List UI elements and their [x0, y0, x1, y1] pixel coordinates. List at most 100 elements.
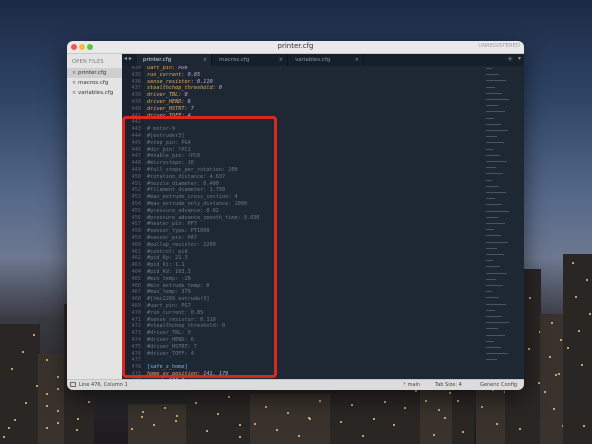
- window-light: [88, 401, 90, 403]
- minimap-line: [486, 254, 504, 255]
- minimap[interactable]: [486, 68, 512, 378]
- minimap-line: [486, 285, 503, 286]
- syntax-selector[interactable]: Generic Config: [480, 382, 517, 388]
- tab-label: variables.cfg: [295, 57, 331, 63]
- window-light: [298, 435, 300, 437]
- window-light: [57, 410, 59, 412]
- window-light: [553, 408, 555, 410]
- window-light: [575, 296, 577, 298]
- minimap-line: [486, 247, 497, 249]
- window-light: [77, 418, 79, 420]
- minimap-line: [486, 316, 502, 317]
- minimap-line: [486, 161, 507, 162]
- tab-variables-cfg[interactable]: variables.cfg ×: [289, 54, 364, 66]
- tab-size-selector[interactable]: Tab Size: 4: [435, 382, 462, 388]
- minimap-line: [486, 334, 505, 336]
- minimap-line: [486, 99, 509, 100]
- window-light: [76, 429, 78, 431]
- code-line[interactable]: 440 driver_HSTRT: 7: [122, 106, 452, 113]
- window-light: [142, 411, 144, 413]
- line-number: 436: [131, 78, 141, 85]
- minimap-line: [486, 340, 494, 342]
- building-shape: [330, 386, 420, 444]
- unregistered-label: UNREGISTERED: [478, 43, 520, 49]
- building-shape: [540, 314, 564, 444]
- git-branch[interactable]: ᛘ main: [403, 382, 420, 388]
- status-bar: Line 476, Column 1 ᛘ main Tab Size: 4 Ge…: [67, 379, 524, 390]
- tab-printer-cfg[interactable]: printer.cfg ×: [137, 54, 212, 66]
- window-light: [287, 412, 289, 414]
- window-title: printer.cfg: [277, 42, 314, 50]
- code-line[interactable]: 435 run_current: 0.85: [122, 72, 452, 79]
- code-text: driver_TBL: 0: [147, 92, 188, 99]
- code-line[interactable]: 437 stealthchop_threshold: 0: [122, 85, 452, 92]
- tab-macros-cfg[interactable]: macros.cfg ×: [213, 54, 288, 66]
- close-tab-icon[interactable]: ×: [355, 54, 359, 66]
- minimap-line: [486, 154, 500, 156]
- window-light: [131, 428, 133, 430]
- close-tab-icon[interactable]: ×: [279, 54, 283, 66]
- code-text: uart_pin: PD8: [147, 66, 188, 71]
- code-text: driver_HSTRT: 7: [147, 105, 194, 112]
- window-light: [351, 404, 353, 406]
- building-shape: [186, 389, 256, 444]
- minimap-line: [486, 210, 509, 212]
- window-light: [57, 388, 59, 390]
- window-light: [228, 396, 230, 398]
- code-line[interactable]: 439 driver_HEND: 6: [122, 99, 452, 106]
- window-light: [481, 406, 483, 408]
- window-light: [583, 425, 585, 427]
- new-tab-icon[interactable]: +: [507, 55, 513, 63]
- window-light: [496, 423, 498, 425]
- window-light: [153, 424, 155, 426]
- vertical-scrollbar[interactable]: [518, 66, 522, 380]
- window-light: [11, 368, 13, 370]
- title-bar: printer.cfg UNREGISTERED: [67, 41, 524, 54]
- open-files-header: OPEN FILES: [72, 59, 104, 65]
- minimap-line: [486, 68, 492, 69]
- line-number: 434: [131, 66, 141, 71]
- sidebar-file-label: printer.cfg: [78, 70, 107, 76]
- tab-list-chevron-down-icon[interactable]: ▾: [518, 55, 521, 62]
- sidebar-file-item[interactable]: × variables.cfg: [67, 88, 122, 98]
- minimap-line: [486, 105, 498, 107]
- window-light: [176, 415, 178, 417]
- window-light: [462, 431, 464, 433]
- window-light: [340, 421, 342, 423]
- line-number: 437: [131, 85, 141, 92]
- code-text: run_current: 0.85: [147, 71, 201, 78]
- window-light: [319, 400, 321, 402]
- code-line[interactable]: 436 sense_resistor: 0.110: [122, 79, 452, 86]
- code-text: stealthchop_threshold: 0: [147, 85, 222, 92]
- minimap-line: [486, 142, 504, 144]
- window-light: [46, 427, 48, 429]
- window-light: [457, 400, 459, 402]
- line-number: 439: [131, 99, 141, 105]
- minimap-line: [486, 80, 506, 82]
- minimap-line: [486, 229, 494, 231]
- window-light: [164, 407, 166, 409]
- window-light: [141, 416, 143, 418]
- window-light: [265, 406, 267, 408]
- sidebar-file-item[interactable]: × printer.cfg: [67, 68, 122, 78]
- minimap-line: [486, 167, 496, 169]
- code-line[interactable]: 438 driver_TBL: 0: [122, 92, 452, 99]
- panel-toggle-icon[interactable]: [70, 382, 76, 387]
- minimap-line: [486, 359, 497, 361]
- code-text: driver_HEND: 6: [147, 99, 191, 105]
- line-number: 438: [131, 92, 141, 99]
- window-light: [206, 430, 208, 432]
- window-light: [373, 418, 375, 420]
- minimap-line: [486, 223, 505, 224]
- tab-label: macros.cfg: [219, 57, 250, 63]
- code-text: sense_resistor: 0.110: [147, 78, 213, 85]
- sidebar-file-item[interactable]: × macros.cfg: [67, 78, 122, 88]
- close-tab-icon[interactable]: ×: [203, 54, 207, 66]
- window-light: [8, 427, 10, 429]
- minimap-line: [486, 353, 508, 355]
- window-light: [449, 392, 451, 394]
- minimap-line: [486, 123, 501, 125]
- minimap-line: [486, 173, 503, 175]
- tab-navigation-arrows-icon[interactable]: ◂ ▸: [124, 55, 132, 62]
- window-light: [444, 417, 446, 419]
